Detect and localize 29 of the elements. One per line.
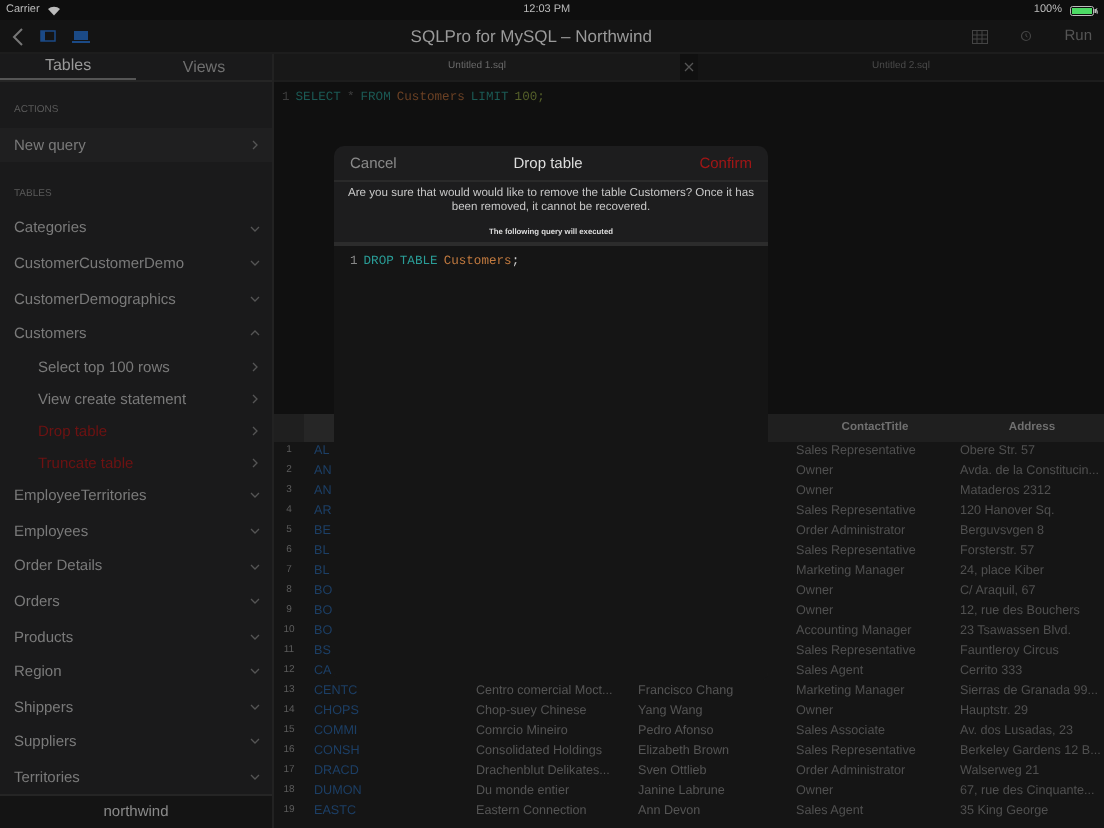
sidebar-tab[interactable]: Views	[136, 54, 272, 80]
chevron-right-icon	[250, 393, 260, 404]
window-title: SQLPro for MySQL – Northwind	[408, 23, 654, 49]
wifi-icon	[47, 5, 60, 15]
chevron-right-icon	[250, 361, 260, 372]
chevron-right-icon	[250, 140, 260, 151]
close-icon[interactable]	[684, 62, 694, 72]
grid-icon[interactable]	[972, 29, 989, 43]
expand-chevron-icon	[250, 771, 260, 782]
history-icon[interactable]	[1020, 30, 1033, 42]
expand-chevron-icon	[250, 490, 260, 501]
expand-chevron-icon	[250, 666, 260, 677]
expand-chevron-icon	[250, 701, 260, 712]
monitor-icon[interactable]	[72, 29, 90, 43]
sidebar-tab[interactable]: Tables	[0, 54, 136, 80]
expand-chevron-icon	[250, 293, 260, 304]
back-icon[interactable]	[12, 27, 24, 45]
collapse-chevron-icon	[250, 328, 260, 339]
sidebar-toggle-icon[interactable]	[40, 30, 56, 42]
expand-chevron-icon	[250, 561, 260, 571]
expand-chevron-icon	[250, 631, 260, 642]
chevron-right-icon	[250, 457, 260, 468]
expand-chevron-icon	[250, 258, 260, 269]
expand-chevron-icon	[250, 736, 260, 747]
chevron-right-icon	[250, 425, 260, 436]
battery-icon	[1070, 5, 1098, 15]
expand-chevron-icon	[250, 596, 260, 607]
expand-chevron-icon	[250, 525, 260, 536]
expand-chevron-icon	[250, 223, 260, 234]
